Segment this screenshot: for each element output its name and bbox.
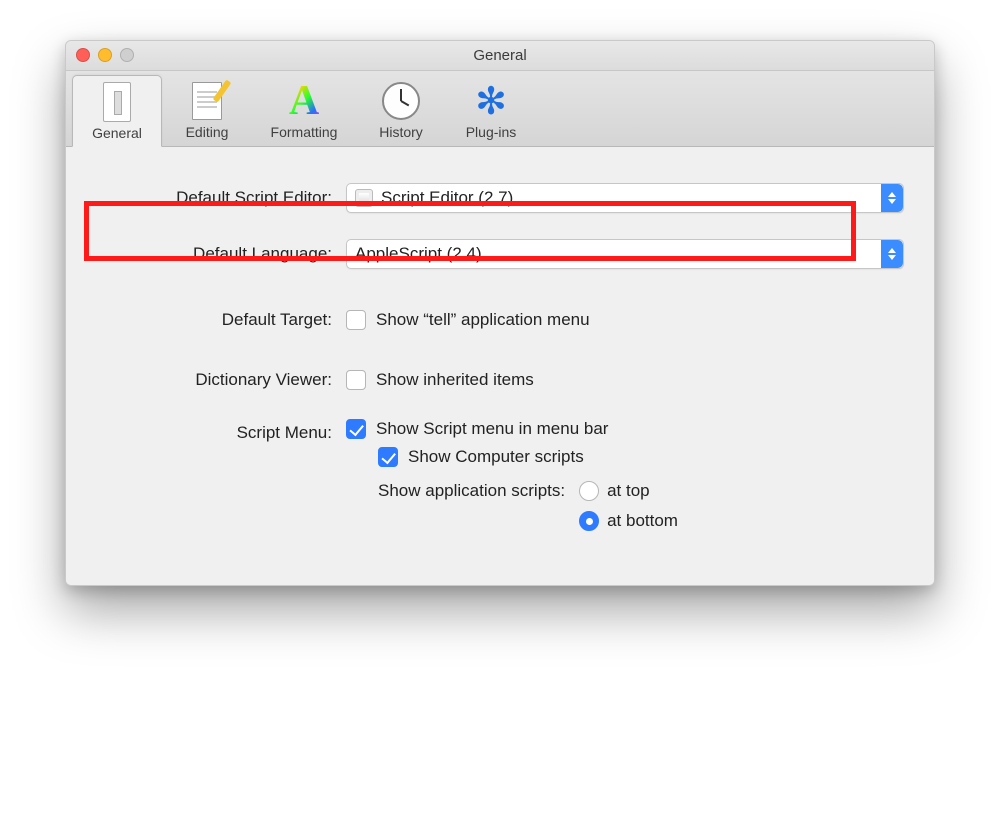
label-dictionary-viewer: Dictionary Viewer: (96, 370, 346, 390)
tab-formatting[interactable]: A Formatting (252, 75, 356, 146)
tab-editing[interactable]: Editing (162, 75, 252, 146)
checkbox-show-computer-scripts[interactable] (378, 447, 398, 467)
row-default-target: Default Target: Show “tell” application … (96, 299, 904, 341)
tab-label: General (77, 125, 157, 141)
history-icon (382, 82, 420, 120)
row-script-editor: Default Script Editor: Script Editor (2.… (96, 177, 904, 219)
checkbox-tell-menu[interactable] (346, 310, 366, 330)
popup-value: Script Editor (2.7) (381, 188, 513, 208)
editing-icon (192, 82, 222, 120)
row-dictionary-viewer: Dictionary Viewer: Show inherited items (96, 359, 904, 401)
tab-general[interactable]: General (72, 75, 162, 147)
close-icon[interactable] (76, 48, 90, 62)
label-default-language: Default Language: (96, 244, 346, 264)
label-app-scripts: Show application scripts: (378, 481, 565, 501)
checkbox-label: Show inherited items (376, 370, 534, 390)
window-title: General (473, 47, 526, 64)
prefs-toolbar: General Editing A Formatting History ✻ P… (66, 71, 934, 147)
formatting-icon: A (289, 77, 319, 125)
label-default-target: Default Target: (96, 310, 346, 330)
preferences-window: General General Editing A Formatting His… (65, 40, 935, 586)
popup-default-language[interactable]: AppleScript (2.4) (346, 239, 904, 269)
row-default-language: Default Language: AppleScript (2.4) (96, 233, 904, 275)
radio-at-top[interactable] (579, 481, 599, 501)
radio-label: at bottom (607, 511, 678, 531)
checkbox-show-script-menu[interactable] (346, 419, 366, 439)
label-script-editor: Default Script Editor: (96, 188, 346, 208)
tab-label: Plug-ins (450, 124, 532, 140)
tab-label: History (360, 124, 442, 140)
popup-script-editor[interactable]: Script Editor (2.7) (346, 183, 904, 213)
tab-label: Formatting (256, 124, 352, 140)
chevron-updown-icon (881, 240, 903, 268)
general-icon (103, 82, 131, 122)
row-script-menu: Script Menu: Show Script menu in menu ba… (96, 419, 904, 531)
checkbox-label: Show Computer scripts (408, 447, 584, 467)
plugins-icon: ✻ (475, 79, 507, 124)
radio-at-bottom[interactable] (579, 511, 599, 531)
label-script-menu: Script Menu: (96, 419, 346, 443)
tab-plugins[interactable]: ✻ Plug-ins (446, 75, 536, 146)
prefs-content: Default Script Editor: Script Editor (2.… (66, 147, 934, 585)
scripteditor-appicon (355, 189, 373, 207)
radio-label: at top (607, 481, 650, 501)
chevron-updown-icon (881, 184, 903, 212)
minimize-icon[interactable] (98, 48, 112, 62)
checkbox-label: Show Script menu in menu bar (376, 419, 608, 439)
checkbox-label: Show “tell” application menu (376, 310, 590, 330)
tab-label: Editing (166, 124, 248, 140)
zoom-icon[interactable] (120, 48, 134, 62)
tab-history[interactable]: History (356, 75, 446, 146)
titlebar: General (66, 41, 934, 71)
window-controls (76, 48, 134, 62)
popup-value: AppleScript (2.4) (355, 244, 482, 264)
checkbox-inherited[interactable] (346, 370, 366, 390)
